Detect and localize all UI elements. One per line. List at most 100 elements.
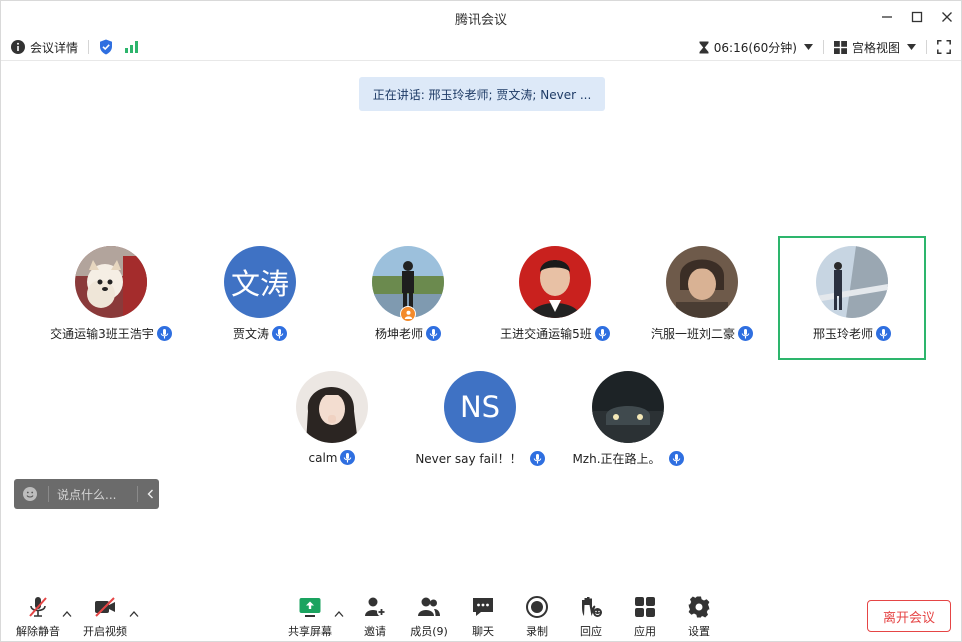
minimize-icon	[882, 16, 892, 18]
participant-name: Never say fail！！	[415, 452, 522, 466]
participant-name: 汽服一班刘二豪	[650, 327, 735, 341]
maximize-button[interactable]	[907, 7, 927, 27]
participant-name: calm	[308, 450, 338, 465]
chat-placeholder[interactable]: 说点什么...	[57, 486, 137, 503]
participant-name: 王进交通运输5班	[500, 327, 592, 341]
share-screen-icon	[299, 598, 321, 617]
avatar	[592, 371, 664, 443]
window-title: 腾讯会议	[454, 13, 507, 28]
microphone-on-icon	[340, 450, 356, 465]
leave-meeting-button[interactable]: 离开会议	[867, 600, 951, 632]
meeting-info-bar: 会议详情 06:16(60分钟) 宫格视图	[1, 33, 961, 61]
settings-label: 设置	[688, 625, 710, 638]
participant-tile[interactable]: 杨坤老师	[334, 236, 482, 360]
microphone-on-icon	[272, 326, 287, 341]
reactions-label: 回应	[580, 625, 602, 638]
microphone-on-icon	[738, 326, 753, 341]
view-mode-label: 宫格视图	[851, 40, 900, 55]
share-options-chevron-up-icon[interactable]	[334, 610, 344, 618]
divider	[822, 40, 824, 54]
view-mode-button[interactable]: 宫格视图	[833, 39, 916, 56]
avatar-initials: NS	[459, 390, 501, 424]
share-screen-button[interactable]: 共享屏幕	[282, 595, 338, 639]
settings-button[interactable]: 设置	[671, 595, 727, 639]
chat-quick-input[interactable]: 说点什么...	[14, 479, 159, 509]
maximize-icon	[911, 11, 923, 23]
timer-text: 06:16(60分钟)	[713, 40, 797, 55]
record-icon	[526, 596, 548, 618]
close-button[interactable]	[937, 7, 957, 27]
chevron-down-icon	[907, 44, 916, 50]
invite-button[interactable]: 邀请	[347, 595, 403, 639]
members-button[interactable]: 成员(9)	[401, 595, 457, 639]
avatar	[75, 246, 147, 318]
participant-name: 杨坤老师	[374, 327, 423, 341]
unmute-button[interactable]: 解除静音	[10, 595, 66, 639]
record-label: 录制	[526, 625, 548, 638]
meeting-details-label: 会议详情	[30, 40, 79, 55]
chat-button[interactable]: 聊天	[455, 595, 511, 639]
meeting-window: 腾讯会议 会议详情 06:16(60分钟) 宫格视图 正在讲话: 邢玉玲老师; …	[0, 0, 962, 642]
grid-view-icon	[833, 40, 847, 54]
raise-hand-icon	[582, 597, 602, 617]
microphone-on-icon	[156, 326, 172, 341]
gear-icon	[688, 596, 710, 618]
camera-off-icon	[95, 597, 115, 617]
record-button[interactable]: 录制	[509, 595, 565, 639]
microphone-on-icon	[594, 326, 610, 341]
avatar	[519, 246, 591, 318]
close-icon	[942, 12, 952, 22]
active-speakers-banner: 正在讲话: 邢玉玲老师; 贾文涛; Never ...	[359, 77, 605, 111]
divider	[137, 486, 138, 502]
avatar	[816, 246, 888, 318]
microphone-on-icon	[668, 451, 684, 466]
participant-tile[interactable]: calm	[258, 361, 406, 485]
apps-label: 应用	[634, 625, 656, 638]
chevron-down-icon	[803, 44, 813, 50]
reactions-button[interactable]: 回应	[563, 595, 619, 639]
start-video-button[interactable]: 开启视频	[77, 595, 133, 639]
avatar	[666, 246, 738, 318]
host-badge-icon	[400, 306, 416, 322]
participant-tile[interactable]: Mzh.正在路上。	[554, 361, 702, 485]
chat-bubble-icon	[473, 598, 493, 616]
divider	[88, 40, 90, 54]
participant-tile-active-speaker[interactable]: 邢玉玲老师	[778, 236, 926, 360]
apps-button[interactable]: 应用	[617, 595, 673, 639]
divider	[48, 486, 49, 502]
meeting-timer[interactable]: 06:16(60分钟)	[699, 39, 813, 56]
chat-label: 聊天	[472, 625, 494, 638]
participant-tile[interactable]: 文涛 贾文涛	[186, 236, 334, 360]
avatar: NS	[444, 371, 516, 443]
divider	[926, 40, 927, 54]
participant-tile[interactable]: 王进交通运输5班	[481, 236, 629, 360]
video-options-chevron-up-icon[interactable]	[129, 610, 139, 618]
participant-name: 交通运输3班王浩宇	[50, 327, 154, 341]
avatar: 文涛	[224, 246, 296, 318]
fullscreen-icon[interactable]	[937, 40, 951, 54]
unmute-label: 解除静音	[16, 625, 60, 638]
members-icon	[418, 597, 440, 616]
participant-name: Mzh.正在路上。	[572, 452, 661, 466]
emoji-icon[interactable]	[22, 486, 38, 502]
avatar	[296, 371, 368, 443]
share-screen-label: 共享屏幕	[288, 625, 332, 638]
minimize-button[interactable]	[877, 7, 897, 27]
participant-tile[interactable]: 交通运输3班王浩宇	[37, 236, 185, 360]
start-video-label: 开启视频	[83, 625, 127, 638]
meeting-details-button[interactable]: 会议详情	[11, 39, 78, 56]
participant-name: 邢玉玲老师	[812, 327, 873, 341]
collapse-chevron-left-icon[interactable]	[147, 489, 154, 499]
members-label: 成员(9)	[410, 625, 448, 638]
participant-tile[interactable]: 汽服一班刘二豪	[628, 236, 776, 360]
info-icon	[11, 40, 25, 54]
network-signal-icon[interactable]	[125, 41, 139, 53]
microphone-muted-icon	[29, 597, 47, 617]
apps-grid-icon	[635, 597, 655, 617]
microphone-on-icon	[426, 326, 441, 341]
audio-options-chevron-up-icon[interactable]	[62, 610, 72, 618]
participant-tile[interactable]: NS Never say fail！！	[406, 361, 554, 485]
security-shield-icon[interactable]	[99, 39, 113, 55]
participant-name: 贾文涛	[232, 327, 269, 341]
microphone-on-icon	[876, 326, 891, 341]
